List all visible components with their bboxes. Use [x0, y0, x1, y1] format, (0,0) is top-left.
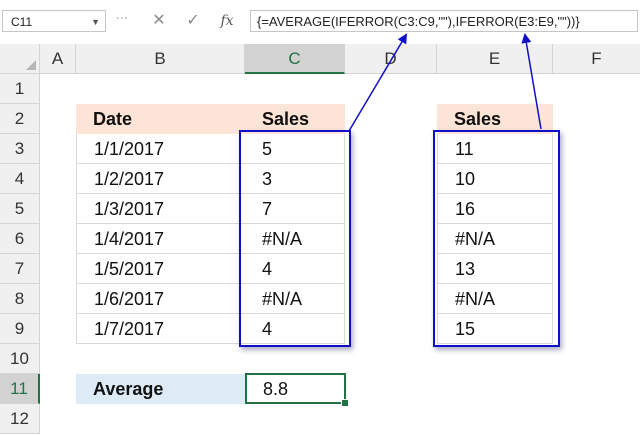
spreadsheet-grid: A B C D E F 1 2 3 4 5 6 7 8 9 10 11 12 D… — [0, 44, 640, 435]
cell-c11-active[interactable]: 8.8 — [245, 373, 346, 404]
cell-b3[interactable]: 1/1/2017 — [76, 134, 245, 164]
name-box[interactable]: C11 ▼ — [2, 10, 106, 32]
cell-b6[interactable]: 1/4/2017 — [76, 224, 245, 254]
column-header-e[interactable]: E — [437, 44, 553, 74]
row-header-4[interactable]: 4 — [0, 164, 40, 194]
row-header-11[interactable]: 11 — [0, 374, 40, 404]
formula-input[interactable]: {=AVERAGE(IFERROR(C3:C9,""),IFERROR(E3:E… — [250, 10, 638, 32]
cell-b4[interactable]: 1/2/2017 — [76, 164, 245, 194]
fill-handle[interactable] — [341, 399, 349, 407]
formula-bar: C11 ▼ ⋮ ✕ ✓ fx {=AVERAGE(IFERROR(C3:C9,"… — [0, 0, 640, 44]
name-box-value: C11 — [11, 15, 33, 29]
column-header-d[interactable]: D — [345, 44, 437, 74]
cell-b11[interactable]: Average — [76, 374, 245, 404]
column-header-c[interactable]: C — [245, 44, 345, 74]
close-icon[interactable]: ✕ — [148, 10, 170, 32]
select-all-button[interactable] — [0, 44, 40, 74]
row-header-10[interactable]: 10 — [0, 344, 40, 374]
highlight-box-c3-c9 — [239, 130, 351, 347]
row-header-5[interactable]: 5 — [0, 194, 40, 224]
cell-b5[interactable]: 1/3/2017 — [76, 194, 245, 224]
column-header-b[interactable]: B — [76, 44, 245, 74]
row-header-2[interactable]: 2 — [0, 104, 40, 134]
cell-b7[interactable]: 1/5/2017 — [76, 254, 245, 284]
column-header-f[interactable]: F — [553, 44, 640, 74]
row-header-1[interactable]: 1 — [0, 74, 40, 104]
highlight-box-e3-e9 — [433, 130, 560, 347]
row-header-8[interactable]: 8 — [0, 284, 40, 314]
cell-b8[interactable]: 1/6/2017 — [76, 284, 245, 314]
fx-icon[interactable]: fx — [216, 10, 238, 32]
check-icon[interactable]: ✓ — [182, 10, 204, 32]
row-header-3[interactable]: 3 — [0, 134, 40, 164]
row-header-9[interactable]: 9 — [0, 314, 40, 344]
cell-b2[interactable]: Date — [76, 104, 245, 134]
row-header-6[interactable]: 6 — [0, 224, 40, 254]
column-header-a[interactable]: A — [40, 44, 76, 74]
cell-b9[interactable]: 1/7/2017 — [76, 314, 245, 344]
row-header-7[interactable]: 7 — [0, 254, 40, 284]
row-header-12[interactable]: 12 — [0, 404, 40, 434]
drag-handle-icon[interactable]: ⋮ — [115, 12, 129, 23]
chevron-down-icon[interactable]: ▼ — [91, 11, 100, 33]
